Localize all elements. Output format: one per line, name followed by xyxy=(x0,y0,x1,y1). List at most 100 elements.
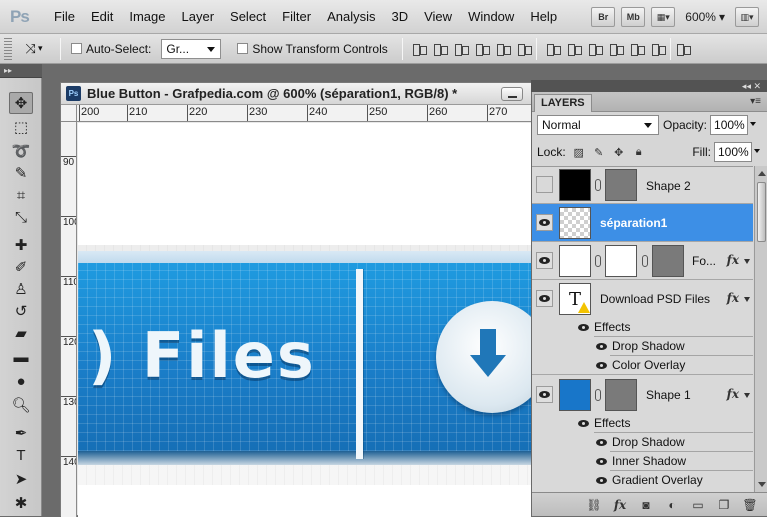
scroll-up-icon[interactable] xyxy=(758,171,766,176)
menu-image[interactable]: Image xyxy=(121,0,173,34)
visibility-toggle[interactable] xyxy=(536,252,553,269)
effects-group[interactable]: Effects xyxy=(532,414,753,433)
scroll-thumb[interactable] xyxy=(757,182,766,242)
menu-help[interactable]: Help xyxy=(522,0,565,34)
lock-position-icon[interactable]: ✥ xyxy=(612,145,626,159)
scroll-down-icon[interactable] xyxy=(758,482,766,487)
visibility-toggle[interactable] xyxy=(536,214,553,231)
menu-view[interactable]: View xyxy=(416,0,460,34)
menu-filter[interactable]: Filter xyxy=(274,0,319,34)
chevron-up-icon[interactable] xyxy=(744,297,750,302)
layer-shape-2[interactable]: Shape 2 xyxy=(532,167,753,204)
align-vertical-center-icon[interactable] xyxy=(432,41,448,57)
opacity-field[interactable]: 100% xyxy=(710,115,749,135)
vector-mask-thumbnail[interactable] xyxy=(605,379,637,411)
new-group-icon[interactable]: ▭ xyxy=(690,498,706,512)
eye-icon[interactable] xyxy=(596,439,607,446)
gradient-tool-icon[interactable]: ▬ xyxy=(9,346,33,368)
eraser-tool-icon[interactable]: ▰ xyxy=(9,322,33,344)
marquee-tool-icon[interactable]: ⬚ xyxy=(9,116,33,138)
ruler-origin[interactable] xyxy=(61,105,77,122)
menu-window[interactable]: Window xyxy=(460,0,522,34)
blur-tool-icon[interactable]: ● xyxy=(9,370,33,392)
visibility-toggle[interactable] xyxy=(536,386,553,403)
layer-effects-icon[interactable]: fx xyxy=(727,253,739,267)
fill-field[interactable]: 100% xyxy=(714,142,752,162)
menu-select[interactable]: Select xyxy=(222,0,274,34)
vector-mask-thumbnail[interactable] xyxy=(652,245,684,277)
eye-icon[interactable] xyxy=(578,324,589,331)
menu-layer[interactable]: Layer xyxy=(174,0,223,34)
align-top-icon[interactable] xyxy=(411,41,427,57)
distribute-bottom-icon[interactable] xyxy=(587,41,603,57)
menu-file[interactable]: File xyxy=(46,0,83,34)
auto-select-target-select[interactable]: Gr... xyxy=(161,38,222,59)
add-mask-icon[interactable]: ◙ xyxy=(638,498,654,512)
effect-inner-shadow[interactable]: Inner Shadow xyxy=(532,452,753,471)
auto-select-checkbox[interactable]: Auto-Select: xyxy=(71,42,151,56)
vector-mask-thumbnail[interactable] xyxy=(605,169,637,201)
effect-gradient-overlay[interactable]: Gradient Overlay xyxy=(532,471,753,490)
menu-3d[interactable]: 3D xyxy=(383,0,416,34)
quick-selection-tool-icon[interactable]: ✎ xyxy=(9,162,33,184)
fill-slider-toggle[interactable] xyxy=(753,142,763,162)
lock-image-icon[interactable]: ✎ xyxy=(592,145,606,159)
view-extras-icon[interactable]: ▦▾ xyxy=(651,7,676,27)
layer-effects-icon[interactable]: fx xyxy=(727,291,739,305)
eye-icon[interactable] xyxy=(596,362,607,369)
zoom-level[interactable]: 600% ▾ xyxy=(681,10,729,24)
distribute-top-icon[interactable] xyxy=(545,41,561,57)
layers-scrollbar[interactable] xyxy=(754,166,767,492)
document-canvas[interactable]: ) Files xyxy=(78,123,531,517)
chevron-up-icon[interactable] xyxy=(744,393,750,398)
distribute-right-icon[interactable] xyxy=(650,41,666,57)
trash-icon[interactable]: 🗑︎ xyxy=(742,498,758,512)
layer-fo[interactable]: Fo... fx xyxy=(532,242,753,280)
arrange-documents-icon[interactable]: ▥▾ xyxy=(735,7,759,27)
effects-group[interactable]: Effects xyxy=(532,318,753,337)
minibridge-button[interactable]: Mb xyxy=(621,7,646,27)
vertical-ruler[interactable]: 90 100 110 120 130 140 xyxy=(61,122,77,517)
distribute-left-icon[interactable] xyxy=(608,41,624,57)
align-right-icon[interactable] xyxy=(516,41,532,57)
transform-controls-checkbox[interactable]: Show Transform Controls xyxy=(237,42,388,56)
menu-analysis[interactable]: Analysis xyxy=(319,0,383,34)
new-layer-icon[interactable]: ❐ xyxy=(716,498,732,512)
path-selection-tool-icon[interactable]: ➤ xyxy=(9,468,33,490)
visibility-toggle[interactable] xyxy=(536,290,553,307)
panel-dock-header[interactable]: ◂◂ ✕ xyxy=(531,80,767,92)
eyedropper-tool-icon[interactable]: ⤡ xyxy=(9,206,33,228)
layer-shape-1[interactable]: Shape 1 fx xyxy=(532,376,753,414)
panel-menu-icon[interactable]: ▾≡ xyxy=(750,96,761,107)
layer-separation1[interactable]: séparation1 xyxy=(532,204,753,242)
effect-drop-shadow[interactable]: Drop Shadow xyxy=(532,433,753,452)
eye-icon[interactable] xyxy=(596,343,607,350)
collapse-panels-icon[interactable]: ◂◂ ✕ xyxy=(742,80,761,92)
effect-color-overlay[interactable]: Color Overlay xyxy=(532,356,753,375)
toolbox-header[interactable]: ▸▸ xyxy=(0,64,42,78)
distribute-horizontal-center-icon[interactable] xyxy=(629,41,645,57)
opacity-slider-toggle[interactable] xyxy=(749,115,759,135)
align-left-icon[interactable] xyxy=(474,41,490,57)
clone-stamp-tool-icon[interactable]: ♙ xyxy=(9,278,33,300)
bridge-button[interactable]: Br xyxy=(591,7,616,27)
tab-layers[interactable]: LAYERS xyxy=(534,94,592,112)
align-bottom-icon[interactable] xyxy=(453,41,469,57)
move-tool-icon[interactable]: ✥ xyxy=(9,92,33,114)
dodge-tool-icon[interactable]: 🔍︎ xyxy=(9,394,33,416)
layer-download-psd-files[interactable]: T Download PSD Files fx xyxy=(532,280,753,318)
effect-drop-shadow[interactable]: Drop Shadow xyxy=(532,337,753,356)
layer-mask-thumbnail[interactable] xyxy=(605,245,637,277)
menu-edit[interactable]: Edit xyxy=(83,0,121,34)
visibility-toggle[interactable] xyxy=(536,176,553,193)
link-layers-icon[interactable]: ⛓ xyxy=(586,498,602,512)
add-style-icon[interactable]: fx xyxy=(612,498,628,512)
options-grip[interactable] xyxy=(4,37,12,60)
minimize-button[interactable] xyxy=(501,87,523,101)
history-brush-tool-icon[interactable]: ↺ xyxy=(9,300,33,322)
eye-icon[interactable] xyxy=(578,420,589,427)
align-horizontal-center-icon[interactable] xyxy=(495,41,511,57)
adjustment-layer-icon[interactable]: ◐ xyxy=(664,498,680,512)
custom-shape-tool-icon[interactable]: ✱ xyxy=(9,492,33,514)
type-tool-icon[interactable]: T xyxy=(9,444,33,466)
